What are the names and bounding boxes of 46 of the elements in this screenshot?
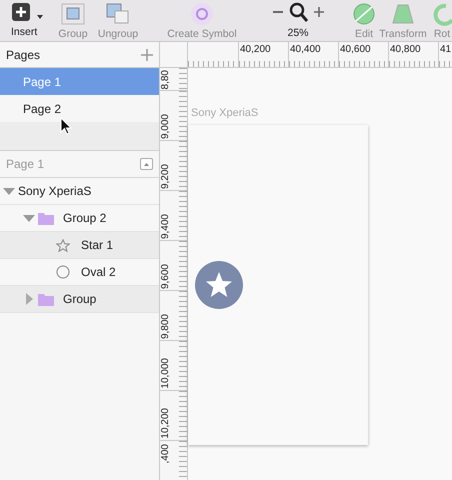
layer-name: Group 2 — [63, 210, 106, 227]
ruler-label: 40,600 — [338, 42, 388, 67]
expanded-caret-icon[interactable] — [3, 188, 15, 194]
panel-title: Pages — [6, 46, 40, 64]
ruler-label: 9,400 — [160, 214, 172, 239]
folder-icon — [38, 212, 54, 224]
ruler-label: 10,200 — [160, 408, 172, 439]
ruler-label: 10,000 — [160, 358, 172, 389]
ruler-label: 9,800 — [160, 314, 172, 339]
add-icon[interactable] — [141, 48, 153, 60]
cursor-icon — [60, 116, 72, 135]
zoom-level: 25% — [287, 27, 308, 40]
toolbar-button[interactable]: Insert — [5, 0, 47, 40]
collapse-icon[interactable] — [140, 158, 153, 170]
rotate-icon — [432, 2, 452, 26]
expanded-caret-icon[interactable] — [23, 214, 35, 222]
star-badge-icon[interactable] — [194, 260, 244, 310]
layer-name: Star 1 — [81, 237, 114, 254]
group-icon — [60, 2, 86, 26]
ruler-label: 41 — [438, 42, 452, 67]
artboard-title: Sony XperiaS — [191, 106, 260, 121]
layer-row[interactable]: Star 1 — [0, 232, 159, 259]
zoom-out-icon[interactable] — [272, 10, 282, 14]
zoom-in-icon[interactable] — [314, 7, 324, 17]
layer-name: Sony XperiaS — [18, 183, 92, 200]
transform-icon — [390, 2, 416, 26]
insert-icon — [11, 2, 45, 24]
ruler-label: 40,800 — [388, 42, 438, 67]
search-icon[interactable] — [288, 2, 308, 22]
ruler-label: 9,200 — [160, 164, 172, 189]
layer-name: Group — [63, 291, 96, 308]
layer-row[interactable]: Group — [0, 286, 159, 313]
ruler-label: 9,000 — [160, 114, 172, 139]
ruler-label: 9,600 — [160, 264, 172, 289]
collapsed-caret-icon[interactable] — [26, 293, 32, 305]
layer-name: Oval 2 — [81, 264, 116, 281]
ruler-label: 8,80 — [160, 70, 172, 89]
ruler-label: 40,400 — [288, 42, 338, 67]
ruler-label: 40,200 — [238, 42, 288, 67]
folder-icon — [38, 292, 54, 306]
artboard[interactable] — [188, 124, 368, 444]
ruler-label: ,400 — [160, 444, 172, 464]
oval-icon — [56, 265, 70, 279]
edit-icon — [352, 2, 376, 26]
panel-title: Page 1 — [6, 156, 44, 173]
star-icon — [56, 238, 70, 252]
